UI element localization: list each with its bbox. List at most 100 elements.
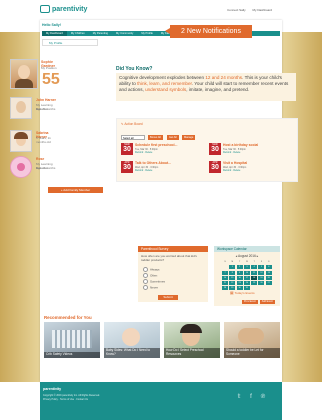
event-item[interactable]: APR 30 Talk to Others About... Wed, Apr 3… <box>121 161 207 175</box>
calendar-day[interactable]: 3 <box>243 265 250 270</box>
child-name: Rose <box>36 157 45 161</box>
brand-logo[interactable]: parentivity <box>40 5 87 13</box>
dyk-box: Cognitive development explodes between 1… <box>116 73 296 101</box>
calendar-day[interactable]: 2 <box>236 265 243 270</box>
bonus-all-button[interactable]: Bonus All <box>148 135 163 140</box>
event-item[interactable]: APR 30 Visit a Hospital Wed, Apr 30 · 3:3… <box>209 161 295 175</box>
calendar-day[interactable]: 18 <box>251 275 258 280</box>
event-date: APR 30 <box>121 161 133 173</box>
calendar-panel: Workspace Calendar ◂ August 2016 ▸ S M T W T… <box>214 246 280 306</box>
recommended-caption: Baby Sides: What Do I Need to Know? <box>104 348 160 358</box>
calendar-weekday: T <box>253 261 255 263</box>
radio-icon <box>143 279 148 284</box>
calendar-day <box>258 286 264 290</box>
recommended-caption: How Do I Select Preschool Resources <box>164 348 220 358</box>
calendar-day[interactable]: 9 <box>236 270 243 275</box>
calendar-day[interactable]: 15 <box>229 275 236 280</box>
brand-name: parentivity <box>52 5 88 13</box>
survey-submit-button[interactable]: Submit <box>158 295 178 300</box>
tab-parenting[interactable]: My Parenting <box>89 31 112 36</box>
calendar-day[interactable]: 27 <box>265 281 272 286</box>
calendar-day[interactable]: 1 <box>229 265 236 270</box>
calendar-month: ◂ August 2016 ▸ <box>235 254 259 258</box>
event-item[interactable]: MAR 30 Schedule first preschool... Tue, M… <box>121 143 207 157</box>
recommended-card[interactable]: Crib Safety Videos <box>44 322 100 358</box>
recommended-card[interactable]: Should a toddler be Let for Someone <box>224 322 280 358</box>
child-card-rose[interactable]: Rose My Learning Behavior Age: 3 months <box>10 156 60 182</box>
calendar-day[interactable]: 24 <box>243 281 250 286</box>
calendar-day[interactable]: 5 <box>258 265 265 270</box>
survey-option[interactable]: Often <box>143 273 157 278</box>
event-links[interactable]: Remind · Delete <box>223 169 240 172</box>
calendar-day[interactable]: 16 <box>236 275 243 280</box>
calendar-weekday: S <box>268 261 270 263</box>
survey-option[interactable]: Never <box>143 285 158 290</box>
calendar-day[interactable]: 22 <box>229 281 236 286</box>
todays-events-link[interactable]: 🗓 Today's Events <box>230 291 255 295</box>
get-all-button[interactable]: Get All <box>167 135 179 140</box>
event-links[interactable]: Remind · Delete <box>135 169 152 172</box>
add-event-button[interactable]: Add Event <box>259 300 275 304</box>
calendar-day[interactable]: 26 <box>258 281 265 286</box>
greeting: Hello Sally! <box>42 23 61 27</box>
calendar-day[interactable]: 8 <box>229 270 236 275</box>
calendar-day[interactable]: 13 <box>265 270 272 275</box>
footer-text: Copyright © 2016 parentivity Inc. All Ri… <box>43 394 100 401</box>
prev-event-button[interactable]: Prev Event <box>242 300 258 304</box>
event-item[interactable]: MAR 30 Host a birthday social Tue, Mar 30… <box>209 143 295 157</box>
calendar-day[interactable]: 25 <box>251 281 258 286</box>
calendar-day[interactable]: 20 <box>265 275 272 280</box>
calendar-day <box>222 265 228 269</box>
event-links[interactable]: Remind · Delete <box>223 151 240 154</box>
child-age: Age: 3 months <box>36 166 56 170</box>
calendar-day[interactable]: 19 <box>258 275 265 280</box>
footer-logo[interactable]: parentivity <box>43 387 61 391</box>
profile-box[interactable]: My Profile <box>42 39 98 46</box>
header-link-dashboard[interactable]: My Dashboard <box>252 8 272 12</box>
notifications-banner[interactable]: 2 New Notifications <box>165 25 252 38</box>
manage-button[interactable]: Manage <box>182 135 196 140</box>
survey-panel: Parenthood Survey How often are you worr… <box>138 246 208 302</box>
calendar-day[interactable]: 17 <box>243 275 250 280</box>
calendar-day[interactable]: 7 <box>222 270 228 275</box>
calendar-day[interactable]: 14 <box>222 275 228 280</box>
calendar-day[interactable]: 11 <box>251 270 258 275</box>
tab-dashboard[interactable]: My Dashboard <box>42 31 67 36</box>
child-card-sabrina[interactable]: Sabrina Harner 5 Years, 11 months old <box>10 130 60 154</box>
tab-children[interactable]: My Children <box>67 31 89 36</box>
radio-icon <box>143 267 148 272</box>
dyk-text: Cognitive development explodes between <box>119 75 206 80</box>
calendar-day[interactable]: 10 <box>243 270 250 275</box>
tab-community[interactable]: My Community <box>112 31 137 36</box>
child-card-john[interactable]: John Harner My Learning Behavior Age: 5 … <box>10 97 60 121</box>
calendar-day[interactable]: 30 <box>236 286 243 291</box>
tab-profile[interactable]: My Profile <box>137 31 157 36</box>
header-link-connect[interactable]: Connect Sally <box>227 8 246 12</box>
add-family-member-button[interactable]: + Add Family Member <box>48 187 103 193</box>
survey-option[interactable]: Always <box>143 267 160 272</box>
calendar-day[interactable]: 6 <box>265 265 272 270</box>
recommended-card[interactable]: How Do I Select Preschool Resources <box>164 322 220 358</box>
event-date: MAR 30 <box>209 143 221 155</box>
filter-select[interactable]: Select all <box>121 135 145 140</box>
recommended-caption: Crib Safety Videos <box>44 352 100 358</box>
footer-links[interactable]: Privacy Policy · Terms of Use · Contact … <box>43 398 100 402</box>
action-board: ✎ Action Board Select all Bonus All Get … <box>116 118 298 182</box>
child-score: 55 <box>42 71 60 88</box>
facebook-icon[interactable]: f <box>248 394 254 400</box>
calendar-day[interactable]: 21 <box>222 281 228 286</box>
calendar-day[interactable]: 23 <box>236 281 243 286</box>
twitter-icon[interactable]: 𝕥 <box>236 394 242 400</box>
calendar-day[interactable]: 28 <box>222 286 228 291</box>
survey-option[interactable]: Sometimes <box>143 279 165 284</box>
calendar-day[interactable]: 31 <box>243 286 250 291</box>
calendar-day[interactable]: 12 <box>258 270 265 275</box>
calendar-weekday: M <box>231 261 234 263</box>
calendar-day[interactable]: 29 <box>229 286 236 291</box>
survey-question: How often are you worried about that kid… <box>141 254 197 262</box>
calendar-day[interactable]: 4 <box>251 265 258 270</box>
event-links[interactable]: Remind · Delete <box>135 151 152 154</box>
recommended-card[interactable]: Baby Sides: What Do I Need to Know? <box>104 322 160 358</box>
pinterest-icon[interactable]: ℗ <box>260 394 266 400</box>
dyk-highlight: think, learn, and remember <box>137 81 192 87</box>
